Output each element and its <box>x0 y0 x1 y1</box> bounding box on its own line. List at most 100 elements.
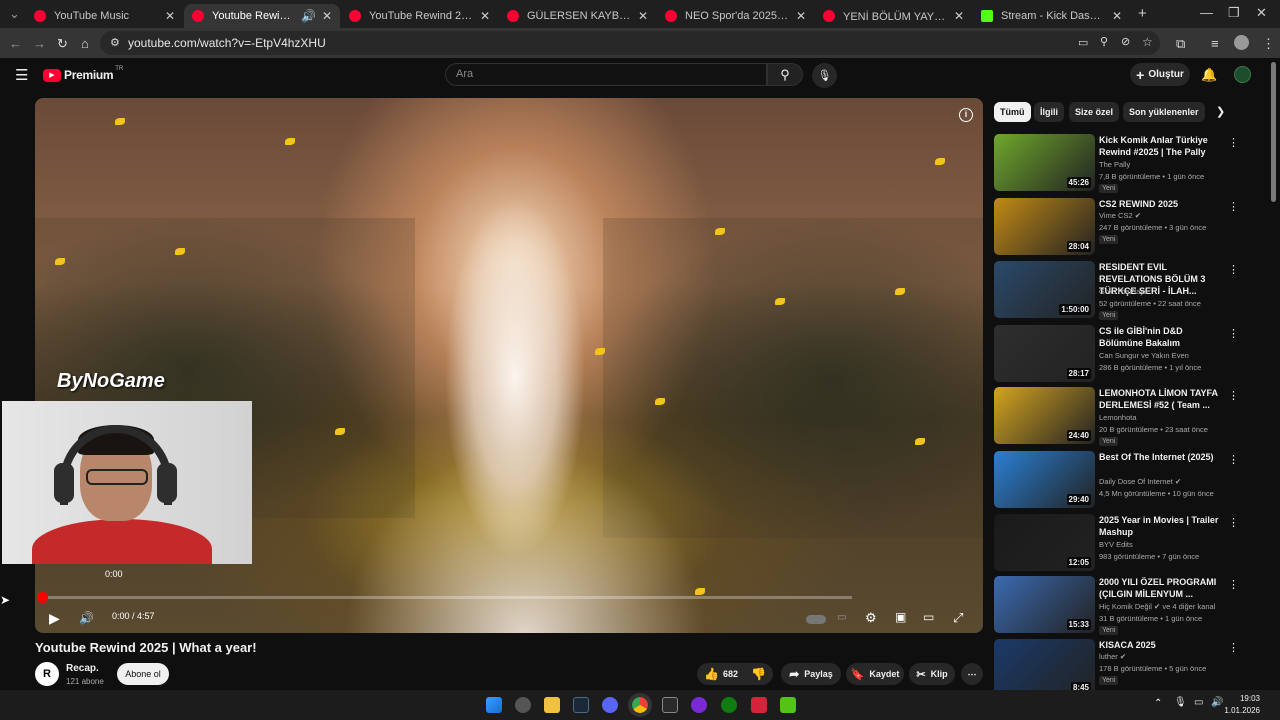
recommendation-item[interactable]: 29:40 Best Of The Internet (2025) Daily Do… <box>994 451 1244 509</box>
fullscreen-icon[interactable]: ⤢ <box>953 610 963 626</box>
recommendation-title[interactable]: 2025 Year in Movies | Trailer Mashup <box>1099 514 1224 538</box>
app-icon[interactable] <box>780 697 796 713</box>
video-thumbnail[interactable]: 12:05 <box>994 514 1095 571</box>
video-thumbnail[interactable]: 24:40 <box>994 387 1095 444</box>
minimize-icon[interactable]: — <box>1200 5 1213 20</box>
like-button[interactable]: 👍 682 <box>704 667 738 681</box>
reading-list-icon[interactable]: ≡ <box>1211 36 1219 51</box>
more-options-icon[interactable]: ⋮ <box>1228 327 1239 340</box>
tab-kick-dashboard[interactable]: Stream - Kick Dashboard ✕ <box>973 4 1130 28</box>
extensions-icon[interactable]: ⧉ <box>1176 36 1185 52</box>
video-thumbnail[interactable]: 1:50:00 <box>994 261 1095 318</box>
window-close-icon[interactable]: ✕ <box>1256 5 1267 21</box>
reload-icon[interactable]: ↻ <box>57 36 68 52</box>
recommendation-channel[interactable]: GoksThePlays <box>1099 287 1148 296</box>
volume-tray-icon[interactable]: 🔊 <box>1211 697 1223 708</box>
voice-search-button[interactable]: 🎙 <box>812 63 837 88</box>
recommendation-item[interactable]: 24:40 LEMONHOTA LİMON TAYFA DERLEMESİ #52… <box>994 387 1244 446</box>
hamburger-icon[interactable]: ☰ <box>15 66 28 84</box>
more-actions-button[interactable]: ⋯ <box>961 663 983 685</box>
recommendation-title[interactable]: LEMONHOTA LİMON TAYFA DERLEMESİ #52 ( Te… <box>1099 387 1224 411</box>
more-options-icon[interactable]: ⋮ <box>1228 263 1239 276</box>
info-icon[interactable]: i <box>959 108 973 122</box>
close-icon[interactable]: ✕ <box>480 9 490 23</box>
app-icon[interactable] <box>691 697 707 713</box>
recommendation-title[interactable]: KISACA 2025 <box>1099 639 1224 651</box>
new-tab-icon[interactable]: + <box>1138 5 1147 22</box>
video-thumbnail[interactable]: 15:33 <box>994 576 1095 633</box>
chip-all[interactable]: Tümü <box>994 102 1031 122</box>
recommendation-channel[interactable]: Lemonhota <box>1099 413 1137 422</box>
notifications-bell-icon[interactable]: 🔔 <box>1201 67 1217 83</box>
tab-active-rewind[interactable]: Youtube Rewind 2025 | Wh 🔊 ✕ <box>184 4 340 28</box>
more-options-icon[interactable]: ⋮ <box>1228 389 1239 402</box>
more-options-icon[interactable]: ⋮ <box>1228 516 1239 529</box>
network-icon[interactable]: ▭ <box>1194 697 1203 708</box>
close-icon[interactable]: ✕ <box>165 9 175 23</box>
video-thumbnail[interactable]: 45:26 <box>994 134 1095 191</box>
cast-icon[interactable]: ▭ <box>923 610 934 624</box>
recommendation-title[interactable]: 2000 YILI ÖZEL PROGRAMI (ÇILGIN MİLENYUM… <box>1099 576 1224 600</box>
microphone-tray-icon[interactable]: 🎙 <box>1174 697 1187 708</box>
progress-bar[interactable] <box>37 592 852 603</box>
omnibox[interactable]: ⚙ youtube.com/watch?v=-EtpV4hzXHU ▭ ⚲ ⊘ … <box>100 31 1160 55</box>
miniplayer-icon[interactable]: ▣ <box>895 610 906 624</box>
forward-icon[interactable]: → <box>33 36 46 51</box>
recommendation-item[interactable]: 28:17 CS ile GİBİ'nin D&D Bölümüne Bakalı… <box>994 325 1244 383</box>
close-icon[interactable]: ✕ <box>1112 9 1122 23</box>
tray-chevron-icon[interactable]: ⌃ <box>1154 698 1162 709</box>
recommendation-item[interactable]: 28:04 CS2 REWIND 2025 Vime CS2 ✔ 247 B görü… <box>994 198 1244 256</box>
youtube-logo[interactable]: ▶ Premium TR <box>43 66 123 82</box>
windows-start-icon[interactable] <box>486 697 502 713</box>
tab-search-icon[interactable]: ⌄ <box>9 6 20 22</box>
more-options-icon[interactable]: ⋮ <box>1228 136 1239 149</box>
page-scrollbar[interactable] <box>1271 62 1276 202</box>
settings-gear-icon[interactable]: ⚙ <box>865 610 877 626</box>
steam-icon[interactable] <box>573 697 589 713</box>
close-icon[interactable]: ✕ <box>954 9 964 23</box>
video-thumbnail[interactable]: 8:45 <box>994 639 1095 696</box>
file-explorer-icon[interactable] <box>544 697 560 713</box>
app-icon[interactable] <box>515 697 531 713</box>
volume-icon[interactable]: 🔊 <box>79 611 94 625</box>
recommendation-title[interactable]: CS ile GİBİ'nin D&D Bölümüne Bakalım <box>1099 325 1224 349</box>
system-clock[interactable]: 19:03 1.01.2026 <box>1224 693 1260 717</box>
clip-button[interactable]: ✂ Klip <box>909 663 955 685</box>
channel-name[interactable]: Recap. <box>66 663 99 674</box>
tab-gulersen[interactable]: GÜLERSEN KAYBEDERSİN 2026 ✕ <box>499 4 656 28</box>
chip-for-you[interactable]: Size özel <box>1069 102 1120 122</box>
recommendation-channel[interactable]: Daily Dose Of Internet ✔ <box>1099 477 1181 486</box>
recommendation-item[interactable]: 1:50:00 RESIDENT EVIL REVELATIONS BÖLÜM 3… <box>994 261 1244 320</box>
autoplay-toggle[interactable] <box>806 615 826 624</box>
recommendation-channel[interactable]: Vime CS2 ✔ <box>1099 211 1141 220</box>
recommendation-title[interactable]: CS2 REWIND 2025 <box>1099 198 1224 210</box>
recommendation-channel[interactable]: luther ✔ <box>1099 652 1126 661</box>
save-button[interactable]: 🔖 Kaydet <box>846 663 904 685</box>
scrubber-handle[interactable] <box>37 592 48 603</box>
tab-youtube-music[interactable]: YouTube Music ✕ <box>26 4 183 28</box>
xbox-icon[interactable] <box>721 697 737 713</box>
recommendation-item[interactable]: 8:45 KISACA 2025 luther ✔ 178 B görüntüleme… <box>994 639 1244 697</box>
recommendation-item[interactable]: 12:05 2025 Year in Movies | Trailer Mashu… <box>994 514 1244 572</box>
chip-recent[interactable]: Son yüklenenler <box>1123 102 1205 122</box>
video-thumbnail[interactable]: 29:40 <box>994 451 1095 508</box>
search-input[interactable]: Ara <box>445 63 767 86</box>
app-icon[interactable] <box>751 697 767 713</box>
recommendation-item[interactable]: 15:33 2000 YILI ÖZEL PROGRAMI (ÇILGIN MİL… <box>994 576 1244 635</box>
cast-icon[interactable]: ▭ <box>1078 36 1088 49</box>
more-options-icon[interactable]: ⋮ <box>1228 578 1239 591</box>
profile-avatar[interactable] <box>1234 35 1249 50</box>
site-info-icon[interactable]: ⚙ <box>110 36 120 49</box>
more-options-icon[interactable]: ⋮ <box>1228 641 1239 654</box>
channel-avatar[interactable]: R <box>35 662 59 686</box>
close-icon[interactable]: ✕ <box>796 9 806 23</box>
epic-games-icon[interactable] <box>662 697 678 713</box>
recommendation-title[interactable]: Kick Komik Anlar Türkiye Rewind #2025 | … <box>1099 134 1224 158</box>
tab-yeni-bolum[interactable]: YENİ BÖLÜM YAYINDA 🔺 @C ✕ <box>815 4 972 28</box>
recommendation-channel[interactable]: Can Sungur ve Yakın Even <box>1099 351 1189 360</box>
search-button[interactable]: ⚲ <box>767 63 803 86</box>
create-button[interactable]: + Oluştur <box>1130 63 1190 86</box>
more-options-icon[interactable]: ⋮ <box>1228 200 1239 213</box>
speaker-icon[interactable]: 🔊 <box>301 9 316 23</box>
recommendation-channel[interactable]: The Pally <box>1099 160 1130 169</box>
